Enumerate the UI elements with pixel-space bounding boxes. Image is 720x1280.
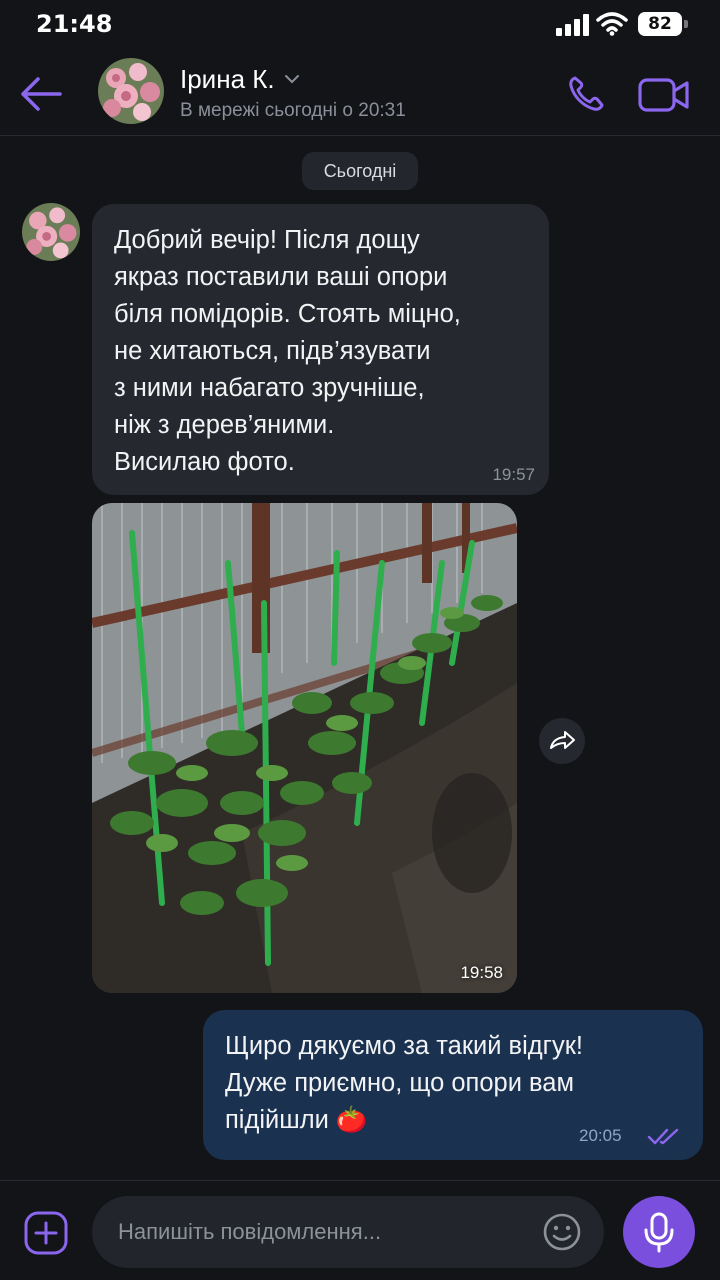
message-input-placeholder: Напишіть повідомлення... (118, 1219, 382, 1244)
photo-message[interactable]: 19:58 (92, 503, 517, 993)
message-text: Добрий вечір! Після дощу якраз поставили… (114, 226, 461, 476)
photo-timestamp: 19:58 (460, 963, 503, 982)
voice-record-button[interactable] (623, 1196, 695, 1268)
sender-avatar[interactable] (22, 203, 80, 261)
message-composer: Напишіть повідомлення... (0, 1180, 720, 1280)
message-timestamp: 19:57 (492, 465, 535, 484)
message-text: Щиро дякуємо за такий відгук! Дуже приєм… (225, 1028, 695, 1139)
outgoing-message-bubble[interactable]: Щиро дякуємо за такий відгук! Дуже приєм… (203, 1010, 703, 1160)
status-bar: 21:48 82 (0, 0, 720, 50)
incoming-message-bubble[interactable]: Добрий вечір! Після дощу якраз поставили… (92, 204, 549, 495)
contact-avatar[interactable] (98, 58, 164, 124)
battery-level: 82 (648, 14, 672, 34)
phone-icon[interactable] (566, 74, 606, 114)
chat-header: Ірина К. В мережі сьогодні о 20:31 (0, 50, 720, 136)
double-check-icon (647, 1128, 679, 1145)
contact-name[interactable]: Ірина К. (180, 64, 275, 95)
video-camera-icon[interactable] (638, 76, 690, 114)
microphone-icon (644, 1212, 674, 1253)
date-separator: Сьогодні (302, 152, 418, 190)
message-input[interactable]: Напишіть повідомлення... (92, 1196, 604, 1268)
contact-name-group[interactable]: Ірина К. (180, 62, 299, 96)
share-arrow-icon (550, 731, 575, 749)
chevron-down-icon[interactable] (284, 74, 299, 84)
forward-button[interactable] (539, 718, 585, 764)
tomato-garden-photo (92, 503, 517, 993)
contact-last-seen: В мережі сьогодні о 20:31 (180, 100, 406, 121)
status-time: 21:48 (36, 10, 113, 38)
emoji-icon[interactable] (542, 1212, 582, 1252)
battery-indicator: 82 (638, 12, 688, 36)
cellular-signal-icon (556, 14, 589, 36)
wifi-icon (596, 12, 628, 36)
back-arrow-icon[interactable] (18, 74, 64, 114)
message-line: Щиро дякуємо за такий відгук! Дуже приєм… (225, 1032, 583, 1134)
message-timestamp: 20:05 (579, 1126, 622, 1145)
plus-icon[interactable] (24, 1211, 68, 1255)
